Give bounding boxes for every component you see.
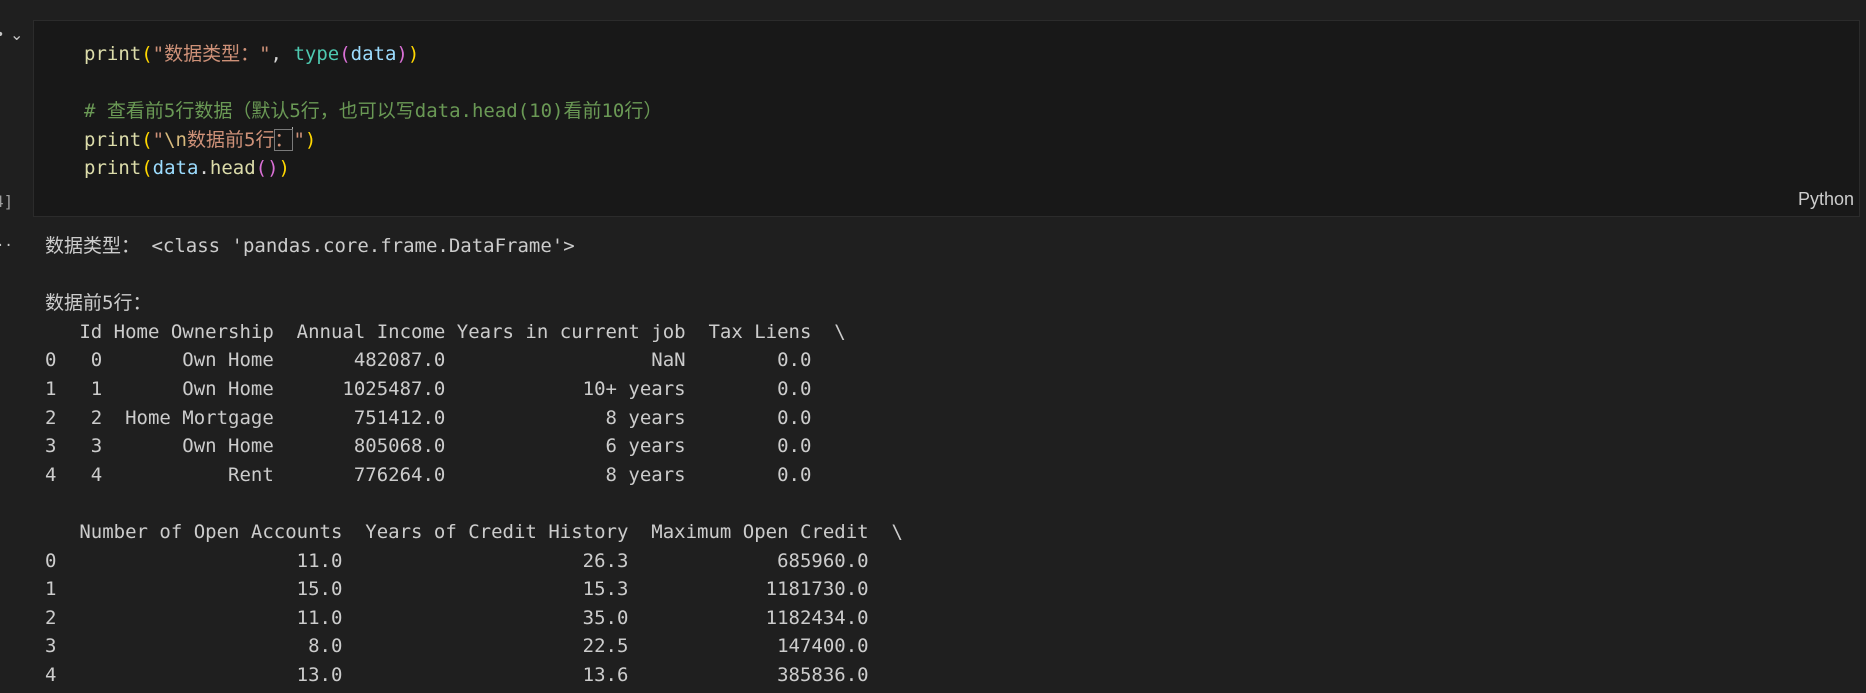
code-token: " — [293, 128, 305, 151]
dataframe-header-row: Id Home Ownership Annual Income Years in… — [45, 320, 846, 343]
cell-language-label[interactable]: Python — [1798, 188, 1854, 210]
code-token: ) — [396, 43, 408, 65]
code-token: ( — [339, 43, 351, 65]
dataframe-row: 0 11.0 26.3 685960.0 — [45, 549, 869, 572]
code-line-5: print(data.head()) — [84, 154, 662, 183]
notebook-editor: • ⌄ 4] ·· print("数据类型：", type(data))# 查看… — [0, 0, 1866, 693]
code-cell[interactable]: print("数据类型：", type(data)) # 查看前5行数据（默认5行… — [33, 20, 1860, 217]
code-token: 数据前5行 — [187, 128, 275, 151]
output-line: 数据类型： <class 'pandas.core.frame.DataFram… — [45, 235, 575, 257]
output-line: 数据前5行： — [45, 292, 152, 315]
dataframe-row: 2 2 Home Mortgage 751412.0 8 years 0.0 — [45, 406, 812, 429]
code-token: ) — [407, 43, 420, 65]
code-token: " — [152, 128, 165, 151]
cell-output: 数据类型： <class 'pandas.core.frame.DataFram… — [45, 232, 903, 690]
code-editor[interactable]: print("数据类型：", type(data)) # 查看前5行数据（默认5行… — [84, 40, 662, 183]
chevron-down-icon[interactable]: ⌄ — [10, 27, 23, 43]
code-token: ) — [304, 128, 317, 151]
code-token: . — [198, 157, 210, 180]
code-line-1: print("数据类型：", type(data)) — [84, 40, 662, 69]
code-token: () — [255, 157, 279, 180]
code-line-3: # 查看前5行数据（默认5行，也可以写data.head(10)看前10行） — [84, 97, 662, 126]
code-token: type — [293, 43, 340, 65]
dataframe-row: 2 11.0 35.0 1182434.0 — [45, 606, 869, 629]
dataframe-header-row: Number of Open Accounts Years of Credit … — [45, 520, 903, 543]
code-token: \n — [164, 128, 187, 151]
code-comment: # 查看前5行数据（默认5行，也可以写data.head(10)看前10行） — [84, 100, 663, 123]
code-token: data — [350, 43, 397, 65]
ellipsis-icon[interactable]: ·· — [0, 238, 13, 254]
code-token: ) — [278, 157, 290, 180]
code-token: print — [84, 157, 142, 180]
dataframe-row: 1 15.0 15.3 1181730.0 — [45, 578, 869, 601]
execution-count: 4] — [0, 192, 14, 211]
run-cell-icon[interactable]: • — [0, 27, 4, 43]
dataframe-row: 3 3 Own Home 805068.0 6 years 0.0 — [45, 435, 812, 458]
dataframe-row: 1 1 Own Home 1025487.0 10+ years 0.0 — [45, 377, 812, 400]
code-token: print — [84, 128, 142, 151]
dataframe-row: 4 13.0 13.6 385836.0 — [45, 663, 869, 686]
code-token: "数据类型：" — [152, 43, 271, 65]
code-line-4: print("\n数据前5行：") — [84, 126, 662, 155]
dataframe-row: 4 4 Rent 776264.0 8 years 0.0 — [45, 463, 812, 486]
code-token: head — [209, 157, 256, 180]
code-token: print — [84, 43, 142, 65]
dataframe-row: 0 0 Own Home 482087.0 NaN 0.0 — [45, 349, 812, 372]
code-token: , — [270, 43, 294, 65]
selected-text: ： — [274, 128, 294, 151]
code-token: ( — [141, 43, 153, 65]
dataframe-row: 3 8.0 22.5 147400.0 — [45, 635, 869, 658]
code-token: ( — [141, 128, 153, 151]
code-token: ( — [141, 157, 153, 180]
code-token: data — [152, 157, 199, 180]
